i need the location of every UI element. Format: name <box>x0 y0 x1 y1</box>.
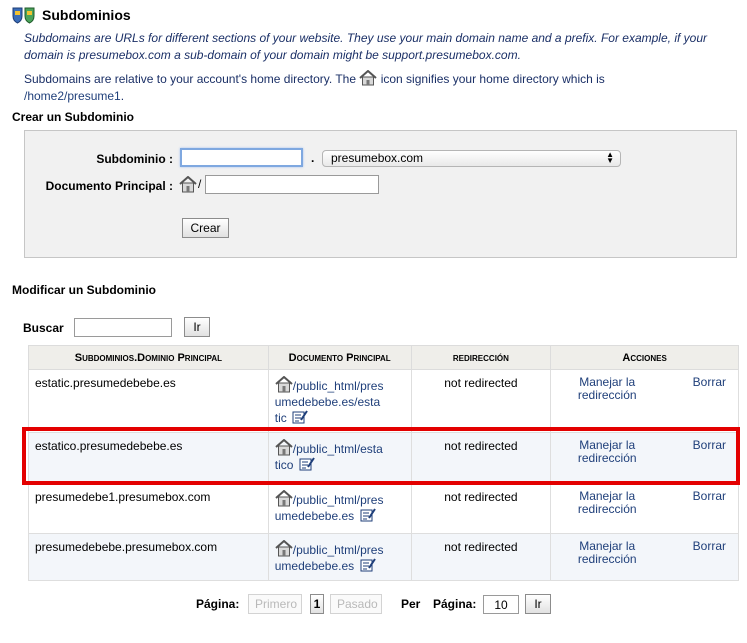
actions-cell: Manejar la redirección Borrar <box>550 369 739 433</box>
domain-select[interactable]: presumebox.com ▲ ▼ <box>322 150 621 167</box>
table-row: estatico.presumedebebe.es /public_html/e… <box>28 432 739 484</box>
home-icon <box>179 176 197 193</box>
home-icon <box>275 540 293 557</box>
redirect-cell: not redirected <box>410 369 552 433</box>
docroot-link[interactable]: /public_html/pres <box>293 379 384 393</box>
domain-dot: . <box>311 151 315 165</box>
home-icon <box>275 439 293 456</box>
delete-link[interactable]: Borrar <box>693 376 726 402</box>
per-page-input[interactable] <box>483 595 519 614</box>
actions-cell: Manejar la redirección Borrar <box>550 432 739 484</box>
home-icon <box>275 490 293 507</box>
search-button[interactable]: Ir <box>184 317 210 337</box>
column-header[interactable]: Documento Principal <box>267 345 412 370</box>
docroot-slash: / <box>198 177 202 191</box>
table-row: estatic.presumedebebe.es /public_html/pr… <box>28 369 739 433</box>
search-input[interactable] <box>74 318 172 337</box>
docroot-link[interactable]: tico <box>275 458 294 472</box>
docroot-label: Documento Principal : <box>45 179 173 193</box>
subdomain-input[interactable] <box>180 148 303 167</box>
create-button[interactable]: Crear <box>182 218 229 238</box>
edit-icon[interactable] <box>299 457 315 471</box>
create-subdomain-panel: Subdominio : . presumebox.com ▲ ▼ Documen… <box>24 130 737 258</box>
subdomains-icon <box>12 7 35 24</box>
docroot-link[interactable]: /public_html/pres <box>293 493 384 507</box>
actions-cell: Manejar la redirección Borrar <box>550 533 739 581</box>
redirect-cell: not redirected <box>410 533 552 581</box>
home-directory-note: Subdomains are relative to your account'… <box>24 70 736 105</box>
docroot-link[interactable]: tic <box>275 411 287 425</box>
subdomain-cell: estatic.presumedebebe.es <box>28 369 269 433</box>
actions-cell: Manejar la redirección Borrar <box>550 483 739 534</box>
home-icon <box>275 376 293 393</box>
page-header: Subdominios <box>12 4 131 26</box>
home-path-period: . <box>120 89 125 103</box>
subdomains-table: Subdominios.Dominio Principal Documento … <box>28 345 739 581</box>
docroot-cell: /public_html/pres umedebebe.es <box>267 483 412 534</box>
delete-link[interactable]: Borrar <box>693 540 726 566</box>
intro-text: Subdomains are URLs for different sectio… <box>24 31 707 62</box>
create-heading: Crear un Subdominio <box>12 110 135 124</box>
docroot-link[interactable]: umedebebe.es/esta <box>275 395 380 409</box>
table-row: presumedebe1.presumebox.com /public_html… <box>28 483 739 534</box>
table-header-row: Subdominios.Dominio Principal Documento … <box>28 345 739 370</box>
manage-redirect-link[interactable]: Manejar la redirección <box>567 540 647 566</box>
manage-redirect-link[interactable]: Manejar la redirección <box>567 376 647 402</box>
subdomain-label: Subdominio : <box>96 152 173 166</box>
docroot-link[interactable]: /public_html/pres <box>293 543 384 557</box>
edit-icon[interactable] <box>360 558 376 572</box>
column-header: Acciones <box>550 345 739 370</box>
subdomain-cell: presumedebe1.presumebox.com <box>28 483 269 534</box>
per-page-go-button[interactable]: Ir <box>525 594 551 614</box>
home-note-text-before: Subdomains are relative to your account'… <box>24 72 357 86</box>
search-label: Buscar <box>23 321 64 335</box>
delete-link[interactable]: Borrar <box>693 490 726 516</box>
column-header[interactable]: Subdominios.Dominio Principal <box>28 345 269 370</box>
table-row: presumedebebe.presumebox.com /public_htm… <box>28 533 739 581</box>
page-label: Página: <box>196 597 240 611</box>
delete-link[interactable]: Borrar <box>693 439 726 465</box>
manage-redirect-link[interactable]: Manejar la redirección <box>567 490 647 516</box>
docroot-link[interactable]: umedebebe.es <box>275 559 354 573</box>
manage-redirect-link[interactable]: Manejar la redirección <box>567 439 647 465</box>
docroot-cell: /public_html/pres umedebebe.es <box>267 533 412 581</box>
page-title: Subdominios <box>42 7 131 23</box>
modify-heading: Modificar un Subdominio <box>12 283 156 297</box>
redirect-cell: not redirected <box>410 432 552 484</box>
home-path-link[interactable]: /home2/presume1 <box>24 89 121 103</box>
subdomain-cell: presumedebebe.presumebox.com <box>28 533 269 581</box>
edit-icon[interactable] <box>292 410 308 424</box>
per-page-label: Página: <box>433 597 477 611</box>
domain-select-value: presumebox.com <box>331 151 424 165</box>
previous-page-button[interactable]: Pasado <box>330 594 382 614</box>
redirect-cell: not redirected <box>410 483 552 534</box>
select-arrows-icon: ▲ ▼ <box>606 150 614 165</box>
home-note-text-after: icon signifies your home directory which… <box>380 72 605 86</box>
docroot-cell: /public_html/esta tico <box>267 432 412 484</box>
docroot-cell: /public_html/pres umedebebe.es/esta tic <box>267 369 412 433</box>
first-page-button[interactable]: Primero <box>248 594 302 614</box>
subdomain-cell: estatico.presumedebebe.es <box>28 432 269 484</box>
per-label: Per <box>401 597 421 611</box>
docroot-link[interactable]: umedebebe.es <box>275 509 354 523</box>
docroot-link[interactable]: /public_html/esta <box>293 442 383 456</box>
edit-icon[interactable] <box>360 508 376 522</box>
current-page-button[interactable]: 1 <box>310 594 324 614</box>
docroot-input[interactable] <box>205 175 379 194</box>
home-icon <box>359 70 378 86</box>
column-header: redirección <box>410 345 552 370</box>
